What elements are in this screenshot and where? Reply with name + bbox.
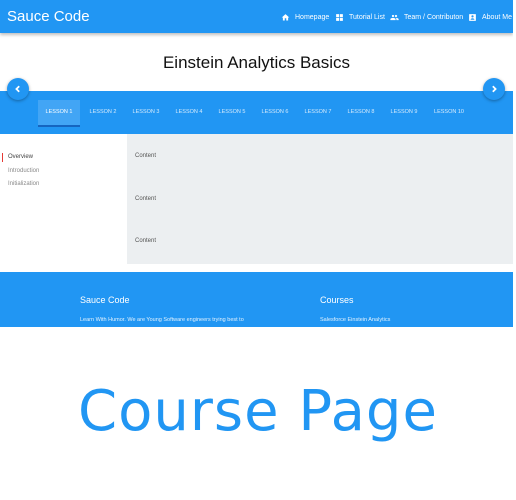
tab-lesson-7[interactable]: LESSON 7	[297, 100, 339, 125]
footer-brand-heading: Sauce Code	[80, 295, 130, 305]
sidebar-item-overview[interactable]: Overview	[8, 154, 33, 160]
brand-logo[interactable]: Sauce Code	[7, 8, 90, 26]
course-page-screenshot: Sauce Code Homepage Tutorial List Team /…	[0, 0, 513, 327]
tab-lesson-6[interactable]: LESSON 6	[254, 100, 296, 125]
next-lesson-button[interactable]	[483, 78, 505, 100]
tab-lesson-2[interactable]: LESSON 2	[82, 100, 124, 125]
nav-team[interactable]: Team / Contributon	[390, 11, 463, 23]
home-icon	[281, 13, 290, 20]
content-block: Content	[135, 153, 157, 159]
nav-about-me[interactable]: About Me	[468, 11, 512, 23]
content-block: Content	[135, 196, 157, 202]
nav-homepage[interactable]: Homepage	[281, 11, 329, 23]
lesson-content-panel	[127, 134, 513, 264]
sidebar-item-initialization[interactable]: Initialization	[8, 181, 39, 187]
tab-lesson-4[interactable]: LESSON 4	[168, 100, 210, 125]
nav-about-me-label: About Me	[482, 13, 512, 21]
tab-lesson-9[interactable]: LESSON 9	[383, 100, 425, 125]
nav-team-label: Team / Contributon	[404, 13, 464, 21]
page-footer	[0, 272, 513, 327]
tab-lesson-8[interactable]: LESSON 8	[340, 100, 382, 125]
footer-tagline: Learn With Humor. We are Young Software …	[80, 317, 244, 323]
tab-lesson-3[interactable]: LESSON 3	[125, 100, 167, 125]
nav-tutorial-list-label: Tutorial List	[349, 13, 385, 21]
page-caption: Course Page	[78, 379, 438, 444]
chevron-right-icon	[492, 85, 497, 93]
tab-lesson-10[interactable]: LESSON 10	[428, 100, 470, 125]
footer-course-link[interactable]: Salesforce Einstein Analytics	[320, 317, 390, 323]
grid-icon	[336, 13, 343, 21]
sidebar-item-introduction[interactable]: Introduction	[8, 168, 39, 174]
nav-tutorial-list[interactable]: Tutorial List	[335, 11, 385, 23]
account-icon	[469, 13, 476, 21]
tab-lesson-5[interactable]: LESSON 5	[211, 100, 253, 125]
nav-homepage-label: Homepage	[295, 13, 330, 21]
people-icon	[390, 14, 399, 20]
tab-lesson-1[interactable]: LESSON 1	[38, 100, 80, 125]
footer-courses-heading: Courses	[320, 295, 354, 305]
course-title: Einstein Analytics Basics	[162, 53, 351, 72]
active-section-marker	[2, 153, 3, 162]
prev-lesson-button[interactable]	[7, 78, 29, 100]
chevron-left-icon	[15, 85, 20, 93]
content-block: Content	[135, 238, 157, 244]
top-navbar: Sauce Code Homepage Tutorial List Team /…	[0, 0, 513, 33]
